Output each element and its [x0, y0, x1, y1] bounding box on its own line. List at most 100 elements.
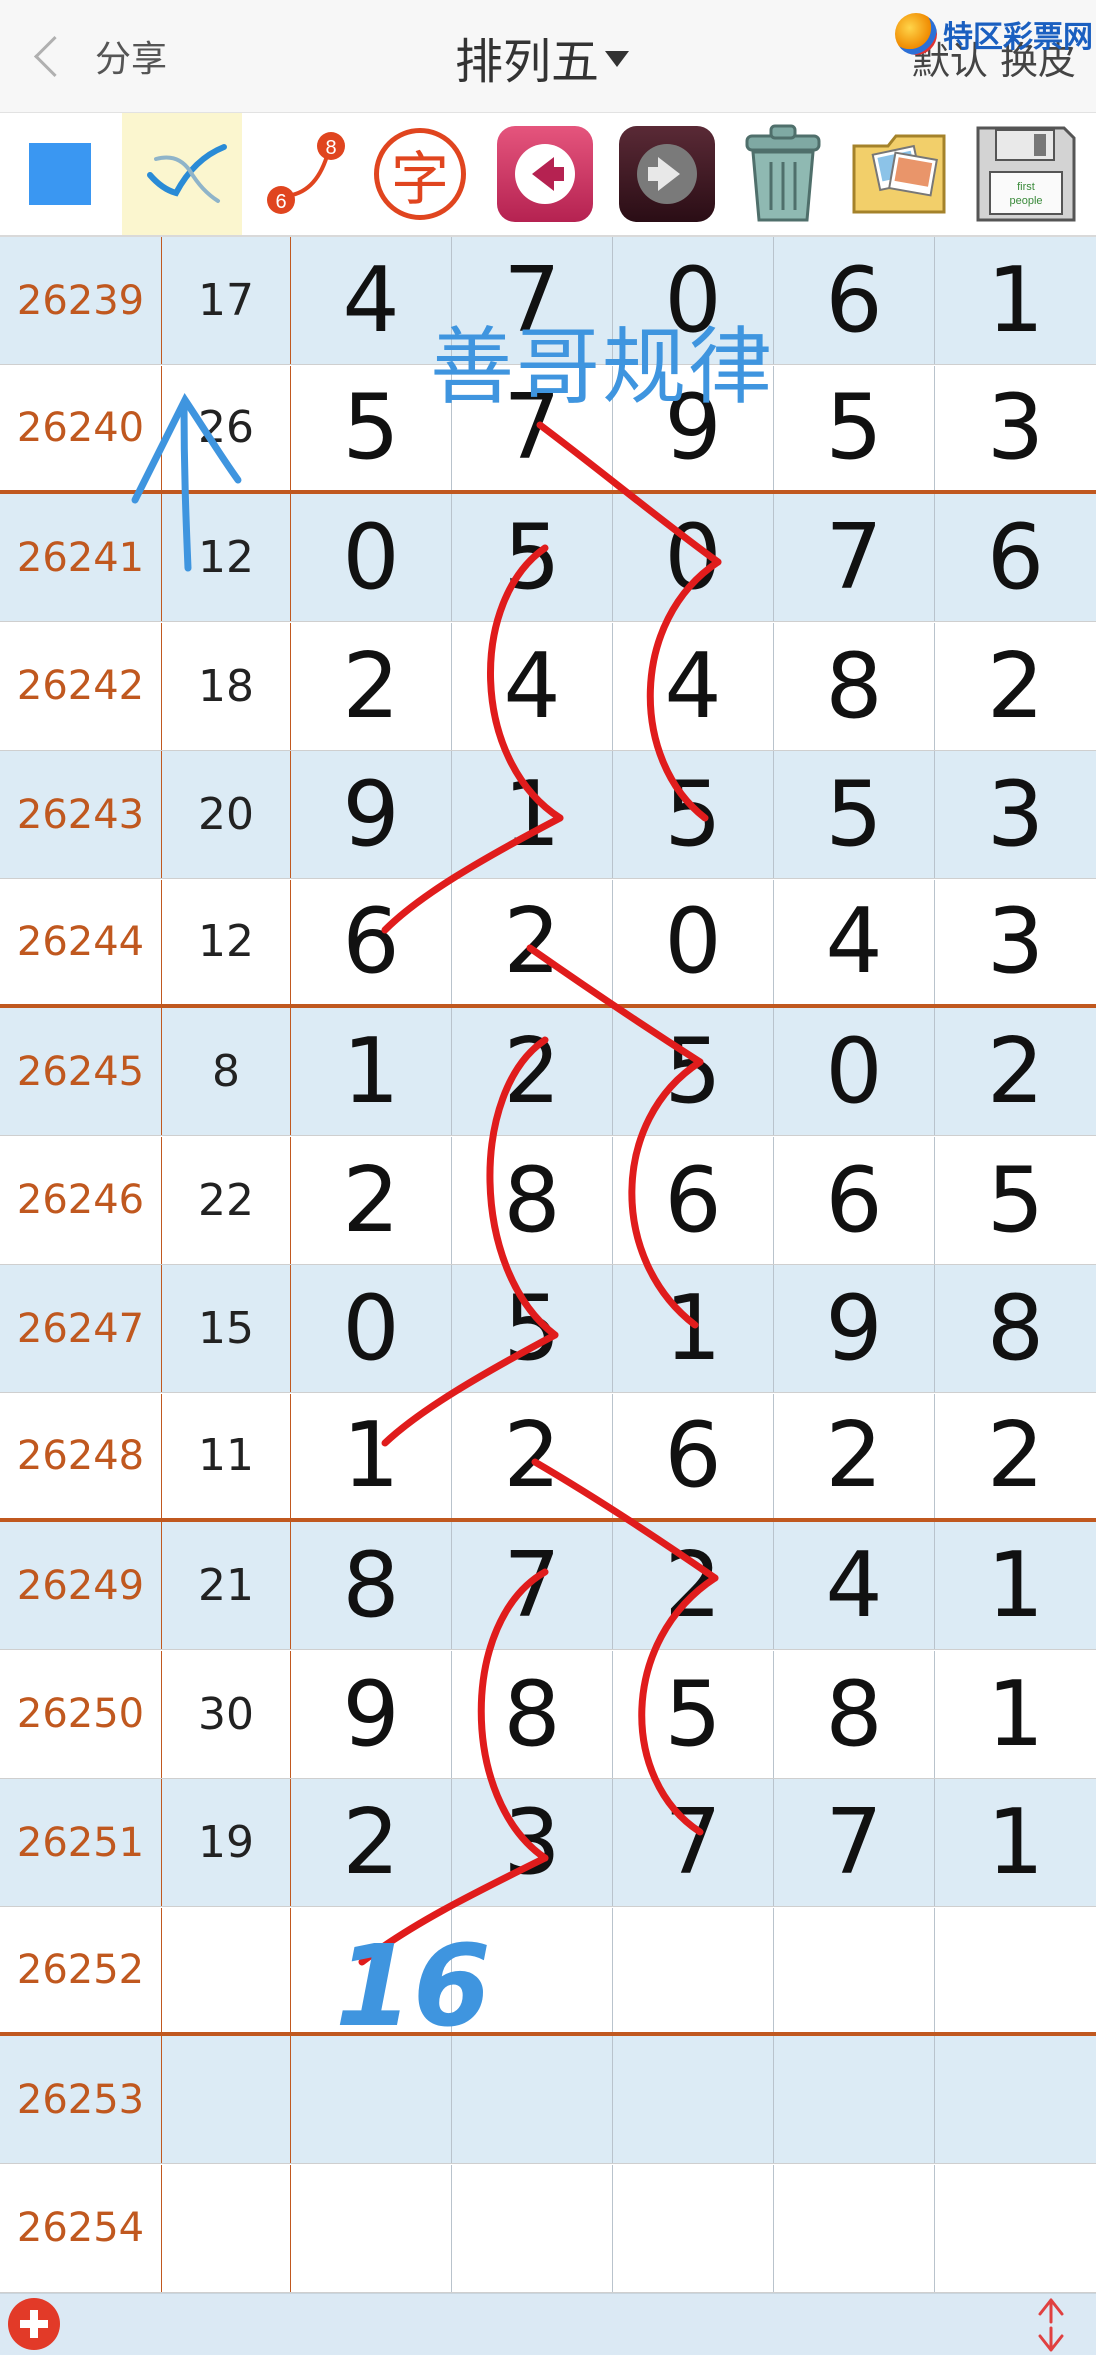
digit-cell[interactable] — [613, 2036, 774, 2163]
digit-cell[interactable]: 7 — [452, 1522, 613, 1649]
digit-cell[interactable]: 5 — [452, 494, 613, 621]
digit-cell[interactable]: 9 — [774, 1265, 935, 1392]
digit-cell[interactable]: 5 — [613, 1650, 774, 1778]
digit-cell[interactable]: 4 — [774, 879, 935, 1004]
table-row[interactable]: 26248 11 1 2 6 2 2 — [0, 1393, 1096, 1522]
clear-button[interactable] — [728, 113, 838, 235]
digit-cell[interactable]: 6 — [613, 1136, 774, 1264]
digit-cell[interactable] — [935, 2036, 1096, 2163]
digit-cell[interactable]: 2 — [774, 1393, 935, 1518]
save-button[interactable]: first people — [966, 113, 1086, 235]
digit-cell[interactable]: 5 — [935, 1136, 1096, 1264]
digit-cell[interactable]: 1 — [452, 751, 613, 878]
digit-cell[interactable]: 2 — [291, 622, 452, 750]
back-button[interactable]: 分享 — [26, 28, 167, 84]
digit-cell[interactable]: 3 — [935, 365, 1096, 490]
table-row[interactable]: 26244 12 6 2 0 4 3 — [0, 879, 1096, 1008]
digit-cell[interactable]: 8 — [774, 1650, 935, 1778]
digit-cell[interactable]: 4 — [613, 622, 774, 750]
digit-cell[interactable]: 1 — [291, 1393, 452, 1518]
digit-cell[interactable]: 2 — [291, 1136, 452, 1264]
undo-button[interactable] — [490, 113, 600, 235]
digit-cell[interactable]: 5 — [774, 751, 935, 878]
digit-cell[interactable] — [774, 2036, 935, 2163]
digit-cell[interactable]: 0 — [291, 494, 452, 621]
digit-cell[interactable]: 2 — [935, 622, 1096, 750]
table-row[interactable]: 26254 — [0, 2164, 1096, 2293]
digit-cell[interactable]: 3 — [452, 1779, 613, 1906]
digit-cell[interactable]: 8 — [774, 622, 935, 750]
connect-tool-button[interactable]: 6 8 — [250, 113, 360, 235]
digit-cell[interactable]: 6 — [774, 237, 935, 364]
digit-cell[interactable]: 0 — [613, 494, 774, 621]
digit-cell[interactable] — [452, 2164, 613, 2292]
digit-cell[interactable] — [935, 2164, 1096, 2292]
table-row[interactable]: 26245 8 1 2 5 0 2 — [0, 1008, 1096, 1136]
table-row[interactable]: 26253 — [0, 2036, 1096, 2164]
digit-cell[interactable]: 8 — [935, 1265, 1096, 1392]
digit-cell[interactable]: 1 — [935, 237, 1096, 364]
table-row[interactable]: 26241 12 0 5 0 7 6 — [0, 494, 1096, 622]
digit-cell[interactable]: 4 — [291, 237, 452, 364]
table-row[interactable]: 26247 15 0 5 1 9 8 — [0, 1265, 1096, 1393]
digit-cell[interactable]: 1 — [935, 1522, 1096, 1649]
digit-cell[interactable]: 9 — [291, 1650, 452, 1778]
digit-cell[interactable]: 7 — [774, 1779, 935, 1906]
digit-cell[interactable]: 8 — [291, 1522, 452, 1649]
digit-cell[interactable]: 0 — [774, 1008, 935, 1135]
text-tool-button[interactable]: 字 — [365, 113, 475, 235]
digit-cell[interactable]: 8 — [452, 1136, 613, 1264]
digit-cell[interactable]: 2 — [452, 1008, 613, 1135]
digit-cell[interactable]: 5 — [613, 751, 774, 878]
table-row[interactable]: 26251 19 2 3 7 7 1 — [0, 1779, 1096, 1907]
digit-cell[interactable]: 2 — [935, 1008, 1096, 1135]
table-row[interactable]: 26250 30 9 8 5 8 1 — [0, 1650, 1096, 1779]
digit-cell[interactable]: 2 — [452, 879, 613, 1004]
digit-cell[interactable]: 0 — [613, 879, 774, 1004]
digit-cell[interactable]: 9 — [291, 751, 452, 878]
digit-cell[interactable]: 2 — [452, 1393, 613, 1518]
digit-cell[interactable]: 6 — [774, 1136, 935, 1264]
digit-cell[interactable]: 5 — [613, 1008, 774, 1135]
digit-cell[interactable]: 6 — [935, 494, 1096, 621]
color-picker-button[interactable] — [18, 113, 102, 235]
gallery-button[interactable] — [845, 113, 955, 235]
digit-cell[interactable]: 4 — [774, 1522, 935, 1649]
table-row[interactable]: 26242 18 2 4 4 8 2 — [0, 622, 1096, 751]
digit-cell[interactable]: 0 — [291, 1265, 452, 1392]
digit-cell[interactable]: 1 — [613, 1265, 774, 1392]
table-row[interactable]: 26246 22 2 8 6 6 5 — [0, 1136, 1096, 1265]
digit-cell[interactable]: 5 — [774, 365, 935, 490]
digit-cell[interactable]: 2 — [613, 1522, 774, 1649]
table-row[interactable]: 26249 21 8 7 2 4 1 — [0, 1522, 1096, 1650]
digit-cell[interactable]: 6 — [291, 879, 452, 1004]
digit-cell[interactable]: 5 — [291, 365, 452, 490]
digit-cell[interactable]: 4 — [452, 622, 613, 750]
digit-cell[interactable]: 3 — [935, 879, 1096, 1004]
digit-cell[interactable] — [452, 2036, 613, 2163]
table-row[interactable]: 26252 — [0, 1907, 1096, 2036]
digit-cell[interactable]: 3 — [935, 751, 1096, 878]
digit-cell[interactable]: 7 — [774, 494, 935, 621]
table-row[interactable]: 26243 20 9 1 5 5 3 — [0, 751, 1096, 879]
digit-cell[interactable] — [291, 2164, 452, 2292]
add-icon[interactable] — [8, 2298, 60, 2350]
digit-cell[interactable]: 7 — [613, 1779, 774, 1906]
digit-cell[interactable] — [613, 2164, 774, 2292]
digit-cell[interactable] — [774, 2164, 935, 2292]
digit-cell[interactable]: 2 — [291, 1779, 452, 1906]
digit-cell[interactable] — [935, 1907, 1096, 2032]
sort-arrows-icon[interactable] — [1028, 2296, 1074, 2354]
digit-cell[interactable]: 5 — [452, 1265, 613, 1392]
digit-cell[interactable] — [291, 2036, 452, 2163]
digit-cell[interactable] — [452, 1907, 613, 2032]
pen-tool-button[interactable] — [122, 113, 242, 235]
lottery-type-selector[interactable]: 排列五 — [455, 22, 630, 92]
digit-cell[interactable]: 2 — [935, 1393, 1096, 1518]
digit-cell[interactable] — [774, 1907, 935, 2032]
digit-cell[interactable]: 1 — [935, 1779, 1096, 1906]
digit-cell[interactable]: 1 — [935, 1650, 1096, 1778]
redo-button[interactable] — [612, 113, 722, 235]
digit-cell[interactable]: 1 — [291, 1008, 452, 1135]
digit-cell[interactable]: 8 — [452, 1650, 613, 1778]
